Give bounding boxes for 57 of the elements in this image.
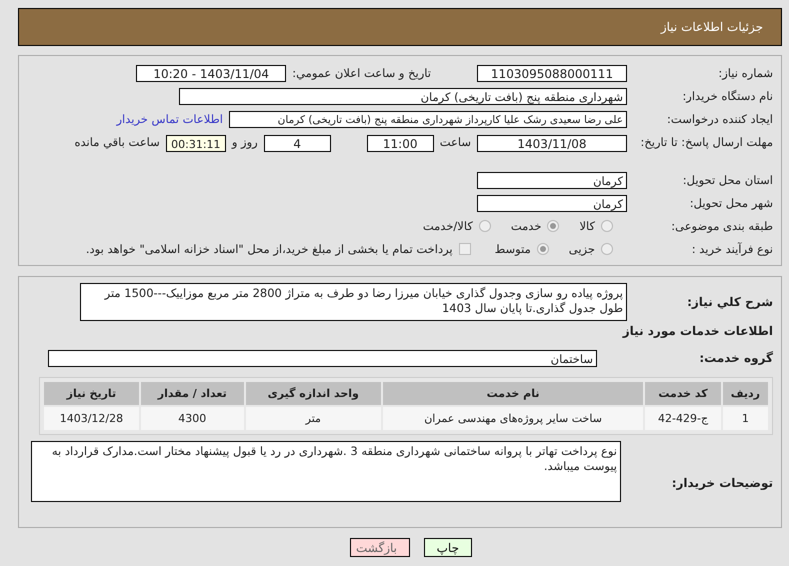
table-cell: ج-429-42	[645, 407, 721, 430]
field-label: توضیحات خریدار:	[670, 476, 773, 491]
radio-label: خدمت	[510, 219, 542, 233]
table-cell: 1403/12/28	[44, 407, 139, 430]
table-cell: متر	[246, 407, 381, 430]
back-button[interactable]: بازگشت	[350, 538, 410, 557]
field-label: طبقه بندی موضوعی:	[670, 218, 773, 234]
column-header: تاریخ نیاز	[44, 382, 139, 405]
field-label: استان محل تحویل:	[682, 172, 773, 188]
need-number-field[interactable]: 1103095088000111	[477, 64, 627, 82]
radio-label: متوسط	[494, 242, 531, 256]
table-cell: ساخت سایر پروژه‌های مهندسی عمران	[382, 407, 644, 430]
column-header: نام خدمت	[382, 382, 644, 405]
radio-button[interactable]	[601, 220, 613, 232]
column-header: واحد اندازه گیری	[246, 382, 381, 405]
radio-button[interactable]	[478, 220, 491, 232]
checkbox[interactable]	[458, 243, 471, 255]
print-button[interactable]: چاپ	[424, 538, 472, 557]
field-label: نام دستگاه خریدار:	[681, 88, 773, 104]
field-label: نوع فرآیند خرید :	[690, 242, 773, 256]
description-textarea[interactable]: پروژه پیاده رو سازی وجدول گذاری خیابان میرزا رضا دو طرف به متراژ 2800 متر مربع موزاییک---1500 متر طول جدول گذاری.تا پایان سال 1403	[80, 283, 627, 321]
section-title: اطلاعات خدمات مورد نیاز	[621, 324, 773, 338]
radio-button[interactable]	[547, 220, 560, 232]
announce-date-field[interactable]: 1403/11/04 - 10:20	[136, 64, 286, 82]
field-label: شهر محل تحویل:	[688, 196, 773, 210]
remaining-time-field[interactable]: 00:31:11	[166, 135, 226, 152]
field-label: ایجاد کننده درخواست:	[666, 112, 773, 126]
radio-button[interactable]	[536, 243, 549, 255]
field-label: گروه خدمت:	[698, 350, 773, 366]
days-label: روز و	[232, 135, 258, 149]
deadline-time-field[interactable]: 11:00	[366, 135, 434, 152]
remaining-label: ساعت باقي مانده	[74, 135, 160, 149]
radio-label: کالا/خدمت	[422, 219, 473, 233]
field-label: مهلت ارسال پاسخ: تا تاریخ:	[639, 135, 773, 150]
contact-link[interactable]: اطلاعات تماس خریدار	[116, 112, 223, 126]
page-title: جزئیات اطلاعات نیاز	[660, 20, 763, 34]
field-label: شماره نیاز:	[717, 66, 773, 80]
time-label: ساعت	[440, 135, 471, 149]
creator-field[interactable]: علی رضا سعیدی رشک علیا کارپرداز شهرداری منطقه پنج (بافت تاریخی) کرمان	[229, 110, 627, 128]
table-cell: 4300	[140, 407, 244, 430]
column-header: کد خدمت	[645, 382, 721, 405]
table-cell: 1	[722, 407, 768, 430]
radio-button[interactable]	[601, 243, 613, 255]
field-label: شرح کلي نیاز:	[686, 294, 773, 310]
checkbox-label: پرداخت تمام یا بخشی از مبلغ خرید،از محل "اسناد خزانه اسلامی" خواهد بود.	[86, 242, 453, 256]
days-field[interactable]: 4	[264, 135, 331, 152]
service-group-field[interactable]: ساختمان	[48, 350, 597, 366]
deadline-date-field[interactable]: 1403/11/08	[477, 135, 627, 152]
radio-label: کالا	[579, 219, 595, 233]
column-header: تعداد / مقدار	[140, 382, 244, 405]
province-field[interactable]: کرمان	[477, 172, 627, 188]
field-label: تاريخ و ساعت اعلان عمومي:	[292, 66, 431, 80]
buyer-field[interactable]: شهرداری منطقه پنج (بافت تاریخی) کرمان	[179, 88, 627, 104]
column-header: ردیف	[722, 382, 768, 405]
buyer-notes-textarea[interactable]: نوع پرداخت تهاتر با پروانه ساختمانی شهرداری منطقه 3 .شهرداری در رد یا قبول پیشنهاد مختار است.مدارک قرارداد به پیوست میباشد.	[31, 441, 621, 502]
radio-label: جزیی	[568, 242, 595, 256]
city-field[interactable]: کرمان	[477, 194, 627, 212]
